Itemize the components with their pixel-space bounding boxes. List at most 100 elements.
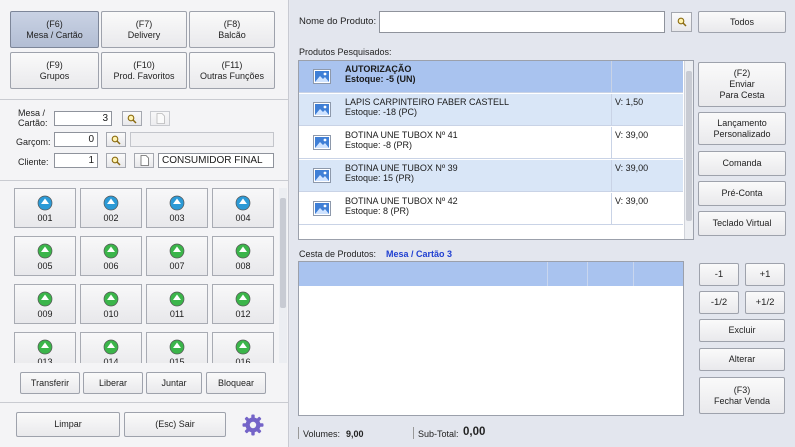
mode-label: Delivery xyxy=(127,29,161,40)
table-status-icon xyxy=(37,195,53,211)
product-row[interactable]: LAPIS CARPINTEIRO FABER CASTELL Estoque: … xyxy=(299,94,683,126)
product-info: BOTINA UNE TUBOX Nº 42 Estoque: 8 (PR) xyxy=(345,196,609,216)
product-price: V: 39,00 xyxy=(611,193,683,225)
product-row[interactable]: AUTORIZAÇÃO Estoque: -5 (UN) xyxy=(299,61,683,93)
image-icon xyxy=(313,201,331,216)
product-price xyxy=(611,61,683,93)
mesa-doc-button[interactable] xyxy=(150,111,170,126)
todos-button[interactable]: Todos xyxy=(698,11,786,33)
table-tile[interactable]: 015 xyxy=(146,332,208,363)
volumes-value: 9,00 xyxy=(346,429,364,439)
search-icon xyxy=(677,17,687,27)
table-number: 008 xyxy=(235,261,251,271)
volumes-label: Volumes: xyxy=(303,429,341,439)
excluir-button[interactable]: Excluir xyxy=(699,319,785,342)
mode-mesa-button[interactable]: (F6) Mesa / Cartão xyxy=(10,11,99,48)
product-row[interactable]: BOTINA UNE TUBOX Nº 42 Estoque: 8 (PR) V: … xyxy=(299,193,683,225)
garcom-input[interactable]: 0 xyxy=(54,132,98,147)
mode-key: (F6) xyxy=(46,18,63,29)
search-label: Nome do Produto: xyxy=(299,16,377,27)
table-tile[interactable]: 004 xyxy=(212,188,274,228)
limpar-button[interactable]: Limpar xyxy=(16,412,120,437)
document-icon xyxy=(156,113,165,124)
mode-balcao-button[interactable]: (F8) Balcão xyxy=(189,11,275,48)
mode-delivery-button[interactable]: (F7) Delivery xyxy=(101,11,187,48)
table-tile[interactable]: 011 xyxy=(146,284,208,324)
minus-half-button[interactable]: -1/2 xyxy=(699,291,739,314)
cliente-name-field: CONSUMIDOR FINAL xyxy=(158,153,274,168)
table-tile[interactable]: 012 xyxy=(212,284,274,324)
alterar-button[interactable]: Alterar xyxy=(699,348,785,371)
enviar-cesta-button[interactable]: (F2) Enviar Para Cesta xyxy=(698,62,786,107)
table-number: 010 xyxy=(103,309,119,319)
product-name: BOTINA UNE TUBOX Nº 39 xyxy=(345,163,458,173)
mode-key: (F7) xyxy=(135,18,153,29)
cliente-input[interactable]: 1 xyxy=(54,153,98,168)
garcom-label: Garçom: xyxy=(16,137,51,147)
table-number: 003 xyxy=(169,213,185,223)
plus-one-button[interactable]: +1 xyxy=(745,263,785,286)
column-divider xyxy=(587,262,588,286)
table-status-icon xyxy=(235,243,251,259)
table-tile[interactable]: 003 xyxy=(146,188,208,228)
divider xyxy=(298,427,299,439)
settings-gear-icon[interactable] xyxy=(241,413,265,437)
scroll-thumb[interactable] xyxy=(280,198,286,308)
scroll-thumb[interactable] xyxy=(686,71,692,221)
table-status-icon xyxy=(235,339,251,355)
table-tile[interactable]: 013 xyxy=(14,332,76,363)
product-search-button[interactable] xyxy=(671,12,692,32)
liberar-button[interactable]: Liberar xyxy=(83,372,143,394)
cliente-search-button[interactable] xyxy=(106,153,126,168)
products-scrollbar[interactable] xyxy=(684,61,693,239)
transferir-button[interactable]: Transferir xyxy=(20,372,80,394)
product-search-input[interactable] xyxy=(379,11,665,33)
product-name: LAPIS CARPINTEIRO FABER CASTELL xyxy=(345,97,510,107)
pre-conta-button[interactable]: Pré-Conta xyxy=(698,181,786,206)
tables-scrollbar[interactable] xyxy=(279,188,287,363)
subtotal-label: Sub-Total: xyxy=(418,429,459,439)
product-stock: Estoque: -18 (PC) xyxy=(345,107,418,117)
mode-key: (F10) xyxy=(133,59,155,70)
teclado-virtual-button[interactable]: Teclado Virtual xyxy=(698,211,786,236)
table-tile[interactable]: 009 xyxy=(14,284,76,324)
product-row[interactable]: BOTINA UNE TUBOX Nº 41 Estoque: -8 (PR) V:… xyxy=(299,127,683,159)
cart-header-row xyxy=(299,262,683,286)
product-row[interactable]: BOTINA UNE TUBOX Nº 39 Estoque: 15 (PR) V:… xyxy=(299,160,683,192)
minus-one-button[interactable]: -1 xyxy=(699,263,739,286)
table-tile[interactable]: 010 xyxy=(80,284,142,324)
table-tile[interactable]: 016 xyxy=(212,332,274,363)
cliente-label: Cliente: xyxy=(18,157,49,167)
comanda-button[interactable]: Comanda xyxy=(698,151,786,176)
garcom-search-button[interactable] xyxy=(106,132,126,147)
table-tile[interactable]: 005 xyxy=(14,236,76,276)
mode-grupos-button[interactable]: (F9) Grupos xyxy=(10,52,99,89)
table-tile[interactable]: 006 xyxy=(80,236,142,276)
lancamento-personalizado-button[interactable]: Lançamento Personalizado xyxy=(698,112,786,145)
document-icon xyxy=(140,155,149,166)
mode-outras-button[interactable]: (F11) Outras Funções xyxy=(189,52,275,89)
bloquear-button[interactable]: Bloquear xyxy=(206,372,266,394)
product-info: BOTINA UNE TUBOX Nº 39 Estoque: 15 (PR) xyxy=(345,163,609,183)
mode-key: (F11) xyxy=(221,59,243,70)
table-tile[interactable]: 014 xyxy=(80,332,142,363)
tables-grid: 001 002 003 004 005 006 007 008 009 010 011 012 013 0… xyxy=(10,188,277,363)
plus-half-button[interactable]: +1/2 xyxy=(745,291,785,314)
table-number: 001 xyxy=(37,213,53,223)
image-icon xyxy=(313,102,331,117)
divider xyxy=(413,427,414,439)
mesa-label: Mesa / Cartão: xyxy=(18,108,48,128)
table-number: 013 xyxy=(37,357,53,363)
sair-button[interactable]: (Esc) Sair xyxy=(124,412,226,437)
table-tile[interactable]: 001 xyxy=(14,188,76,228)
cliente-doc-button[interactable] xyxy=(134,153,154,168)
mode-favoritos-button[interactable]: (F10) Prod. Favoritos xyxy=(101,52,187,89)
table-tile[interactable]: 008 xyxy=(212,236,274,276)
mesa-search-button[interactable] xyxy=(122,111,142,126)
table-tile[interactable]: 007 xyxy=(146,236,208,276)
table-tile[interactable]: 002 xyxy=(80,188,142,228)
table-number: 015 xyxy=(169,357,185,363)
juntar-button[interactable]: Juntar xyxy=(146,372,202,394)
fechar-venda-button[interactable]: (F3) Fechar Venda xyxy=(699,377,785,414)
mesa-input[interactable]: 3 xyxy=(54,111,112,126)
